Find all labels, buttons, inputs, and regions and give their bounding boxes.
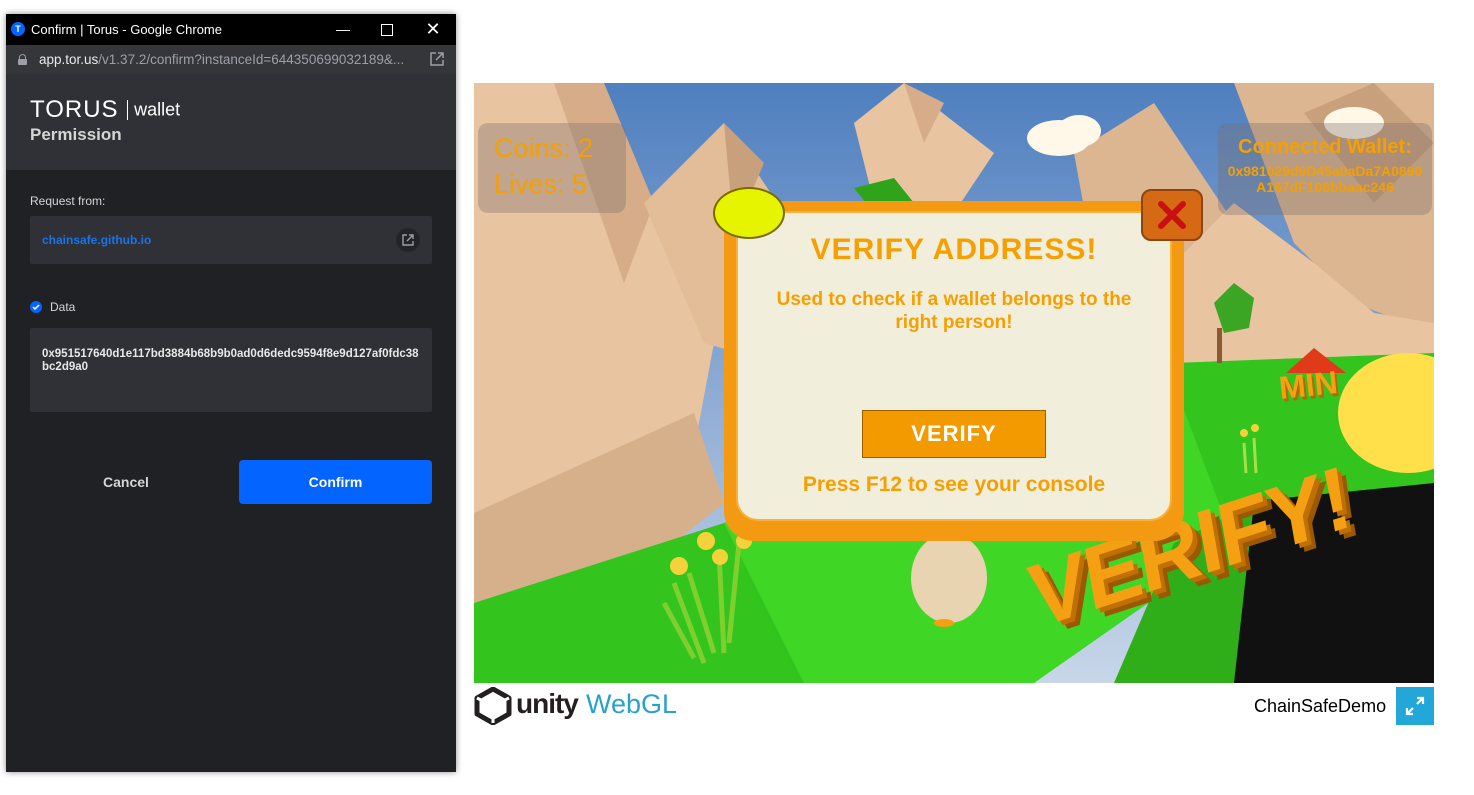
data-check-icon: [30, 301, 42, 313]
data-box: 0x951517640d1e117bd3884b68b9b0ad0d6dedc9…: [30, 328, 432, 412]
close-icon: [1158, 201, 1186, 229]
demo-title: ChainSafeDemo: [1254, 696, 1387, 716]
console-hint: Press F12 to see your console: [802, 473, 1106, 496]
coins-counter: Coins: 2: [494, 133, 594, 163]
dialog-title: VERIFY ADDRESS!: [810, 233, 1098, 266]
connected-wallet-address: 0x981029d9D45a0aDa7A0890A167dF108bbaac24…: [1227, 163, 1423, 195]
request-origin-link[interactable]: chainsafe.github.io: [42, 233, 151, 247]
maximize-button[interactable]: [364, 14, 410, 45]
request-from-label: Request from:: [30, 194, 106, 208]
external-link-icon: [402, 234, 414, 246]
external-link-button[interactable]: [396, 228, 420, 252]
page-title: Permission: [30, 125, 122, 144]
cancel-button[interactable]: Cancel: [30, 460, 222, 504]
data-value: 0x951517640d1e117bd3884b68b9b0ad0d6dedc9…: [42, 348, 419, 373]
request-origin-box: chainsafe.github.io: [30, 216, 432, 264]
torus-popup-window: T Confirm | Torus - Google Chrome — ✕ ap…: [6, 14, 456, 772]
torus-favicon-icon: T: [11, 22, 25, 36]
verify-button[interactable]: VERIFY: [862, 410, 1046, 458]
unity-cube-icon: [474, 687, 512, 725]
fullscreen-button[interactable]: [1396, 687, 1434, 725]
coin-badge-icon: [713, 187, 785, 239]
minimize-button[interactable]: —: [320, 14, 366, 45]
open-in-browser-icon[interactable]: [430, 52, 444, 66]
connected-wallet-title: Connected Wallet:: [1238, 136, 1412, 158]
url-text: app.tor.us/v1.37.2/confirm?instanceId=64…: [39, 52, 405, 67]
fullscreen-icon: [1405, 696, 1425, 716]
address-bar: app.tor.us/v1.37.2/confirm?instanceId=64…: [6, 45, 456, 74]
unity-game-canvas[interactable]: MIN VERIFY! Coins: 2 Lives: 5 Connected …: [474, 83, 1434, 683]
torus-wallet-logo: TORUS wallet: [30, 96, 181, 123]
dialog-subtitle: Used to check if a wallet belongs to the…: [776, 289, 1132, 333]
data-label: Data: [50, 300, 76, 314]
confirm-button[interactable]: Confirm: [239, 460, 432, 504]
window-titlebar: T Confirm | Torus - Google Chrome — ✕: [6, 14, 456, 45]
lock-icon[interactable]: [18, 54, 27, 65]
torus-header: TORUS wallet Permission: [6, 74, 456, 170]
mine-sign-text: MIN: [1277, 364, 1340, 406]
window-title: Confirm | Torus - Google Chrome: [31, 22, 222, 37]
lives-counter: Lives: 5: [494, 169, 588, 199]
close-window-button[interactable]: ✕: [410, 14, 456, 45]
